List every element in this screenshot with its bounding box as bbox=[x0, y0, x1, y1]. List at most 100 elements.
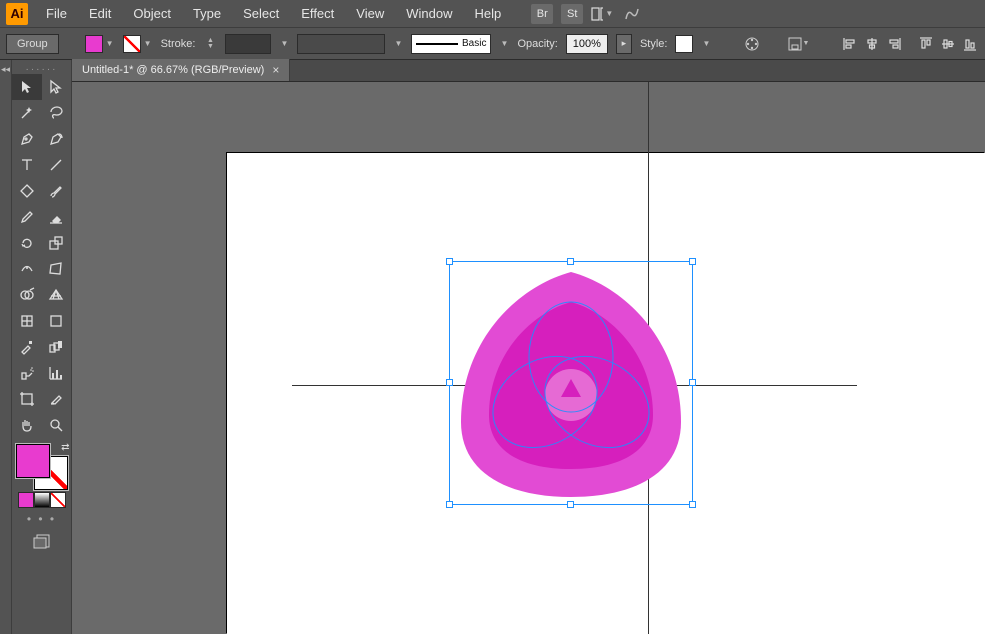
graphic-style-dropdown[interactable]: ▼ bbox=[701, 35, 711, 53]
handle-n[interactable] bbox=[567, 258, 574, 265]
variable-width-dropdown[interactable]: ▼ bbox=[393, 35, 403, 53]
align-bottom-button[interactable] bbox=[961, 35, 979, 53]
menu-edit[interactable]: Edit bbox=[79, 2, 121, 25]
pen-tool[interactable] bbox=[12, 126, 42, 152]
stroke-weight-field[interactable] bbox=[225, 34, 271, 54]
line-segment-tool[interactable] bbox=[42, 152, 72, 178]
selection-type-indicator[interactable]: Group bbox=[6, 34, 59, 54]
document-tab-bar: Untitled-1* @ 66.67% (RGB/Preview) × bbox=[72, 60, 985, 82]
artboard-tool[interactable] bbox=[12, 386, 42, 412]
align-to-button[interactable]: ▼ bbox=[787, 34, 809, 54]
canvas[interactable] bbox=[72, 82, 985, 634]
free-transform-tool[interactable] bbox=[42, 256, 72, 282]
selected-art-group[interactable] bbox=[450, 262, 692, 504]
slice-tool[interactable] bbox=[42, 386, 72, 412]
graphic-style-swatch[interactable] bbox=[675, 35, 693, 53]
stroke-weight-dropdown[interactable]: ▼ bbox=[279, 35, 289, 53]
opacity-dropdown[interactable]: ▸ bbox=[616, 34, 632, 54]
color-mode-solid[interactable] bbox=[18, 492, 34, 508]
direct-selection-tool[interactable] bbox=[42, 74, 72, 100]
draw-normal-icon[interactable] bbox=[30, 532, 54, 550]
mesh-tool[interactable] bbox=[12, 308, 42, 334]
color-mode-none[interactable] bbox=[50, 492, 66, 508]
handle-nw[interactable] bbox=[446, 258, 453, 265]
fill-color-dropdown[interactable]: ▼ bbox=[105, 35, 115, 53]
brush-definition-label: Basic bbox=[462, 38, 486, 49]
lasso-tool[interactable] bbox=[42, 100, 72, 126]
brush-definition-dropdown[interactable]: ▼ bbox=[499, 35, 509, 53]
align-left-button[interactable] bbox=[841, 35, 859, 53]
control-bar: Group ▼ ▼ Stroke: ▲▼ ▼ ▼ Basic ▼ Opacity… bbox=[0, 28, 985, 60]
menu-file[interactable]: File bbox=[36, 2, 77, 25]
swap-fill-stroke-icon[interactable]: ⇄ bbox=[61, 442, 69, 453]
menu-window[interactable]: Window bbox=[396, 2, 462, 25]
style-label: Style: bbox=[640, 38, 668, 50]
selection-tool[interactable] bbox=[12, 74, 42, 100]
left-collapse-strip[interactable]: ◂◂ bbox=[0, 60, 12, 634]
gpu-preview-icon[interactable] bbox=[621, 4, 643, 24]
menu-view[interactable]: View bbox=[346, 2, 394, 25]
opacity-field[interactable]: 100% bbox=[566, 34, 608, 54]
stock-button[interactable]: St bbox=[561, 4, 583, 24]
handle-ne[interactable] bbox=[689, 258, 696, 265]
selection-bounding-box bbox=[449, 261, 693, 505]
arrange-documents-button[interactable]: ▼ bbox=[591, 4, 613, 24]
tool-panel: ······ bbox=[12, 60, 72, 634]
shape-builder-tool[interactable] bbox=[12, 282, 42, 308]
document-area: Untitled-1* @ 66.67% (RGB/Preview) × bbox=[72, 60, 985, 634]
curvature-tool[interactable] bbox=[42, 126, 72, 152]
fill-stroke-indicator[interactable]: ⇄ bbox=[16, 444, 68, 490]
symbol-sprayer-tool[interactable] bbox=[12, 360, 42, 386]
stroke-color-dropdown[interactable]: ▼ bbox=[143, 35, 153, 53]
align-top-button[interactable] bbox=[917, 35, 935, 53]
variable-width-profile[interactable] bbox=[297, 34, 385, 54]
scale-tool[interactable] bbox=[42, 230, 72, 256]
perspective-grid-tool[interactable] bbox=[42, 282, 72, 308]
zoom-tool[interactable] bbox=[42, 412, 72, 438]
document-tab[interactable]: Untitled-1* @ 66.67% (RGB/Preview) × bbox=[72, 59, 290, 81]
menu-select[interactable]: Select bbox=[233, 2, 289, 25]
align-hcenter-button[interactable] bbox=[863, 35, 881, 53]
pencil-tool[interactable] bbox=[12, 204, 42, 230]
gradient-tool[interactable] bbox=[42, 308, 72, 334]
handle-w[interactable] bbox=[446, 379, 453, 386]
align-buttons-group bbox=[841, 35, 979, 53]
menu-help[interactable]: Help bbox=[464, 2, 511, 25]
color-mode-gradient[interactable] bbox=[34, 492, 50, 508]
align-vcenter-button[interactable] bbox=[939, 35, 957, 53]
recolor-artwork-button[interactable] bbox=[741, 34, 763, 54]
column-graph-tool[interactable] bbox=[42, 360, 72, 386]
menu-type[interactable]: Type bbox=[183, 2, 231, 25]
type-tool[interactable] bbox=[12, 152, 42, 178]
bridge-button[interactable]: Br bbox=[531, 4, 553, 24]
paintbrush-tool[interactable] bbox=[42, 178, 72, 204]
fill-color-swatch[interactable] bbox=[85, 35, 103, 53]
color-mode-row bbox=[12, 492, 71, 508]
hand-tool[interactable] bbox=[12, 412, 42, 438]
eyedropper-tool[interactable] bbox=[12, 334, 42, 360]
eraser-tool[interactable] bbox=[42, 204, 72, 230]
tool-panel-more[interactable]: • • • bbox=[12, 512, 71, 526]
fill-indicator[interactable] bbox=[16, 444, 50, 478]
draw-mode-row bbox=[12, 532, 71, 550]
tool-grid bbox=[12, 74, 71, 438]
handle-sw[interactable] bbox=[446, 501, 453, 508]
brush-line-icon bbox=[416, 43, 458, 45]
handle-s[interactable] bbox=[567, 501, 574, 508]
rotate-tool[interactable] bbox=[12, 230, 42, 256]
handle-e[interactable] bbox=[689, 379, 696, 386]
stroke-weight-stepper[interactable]: ▲▼ bbox=[203, 35, 217, 53]
tool-panel-grip[interactable]: ······ bbox=[12, 64, 71, 74]
width-tool[interactable] bbox=[12, 256, 42, 282]
handle-se[interactable] bbox=[689, 501, 696, 508]
menu-effect[interactable]: Effect bbox=[291, 2, 344, 25]
blend-tool[interactable] bbox=[42, 334, 72, 360]
document-tab-close[interactable]: × bbox=[272, 63, 279, 77]
brush-definition[interactable]: Basic bbox=[411, 34, 491, 54]
rectangle-tool[interactable] bbox=[12, 178, 42, 204]
align-right-button[interactable] bbox=[885, 35, 903, 53]
magic-wand-tool[interactable] bbox=[12, 100, 42, 126]
stroke-color-swatch[interactable] bbox=[123, 35, 141, 53]
menu-object[interactable]: Object bbox=[123, 2, 181, 25]
workspace: ◂◂ ······ bbox=[0, 60, 985, 634]
